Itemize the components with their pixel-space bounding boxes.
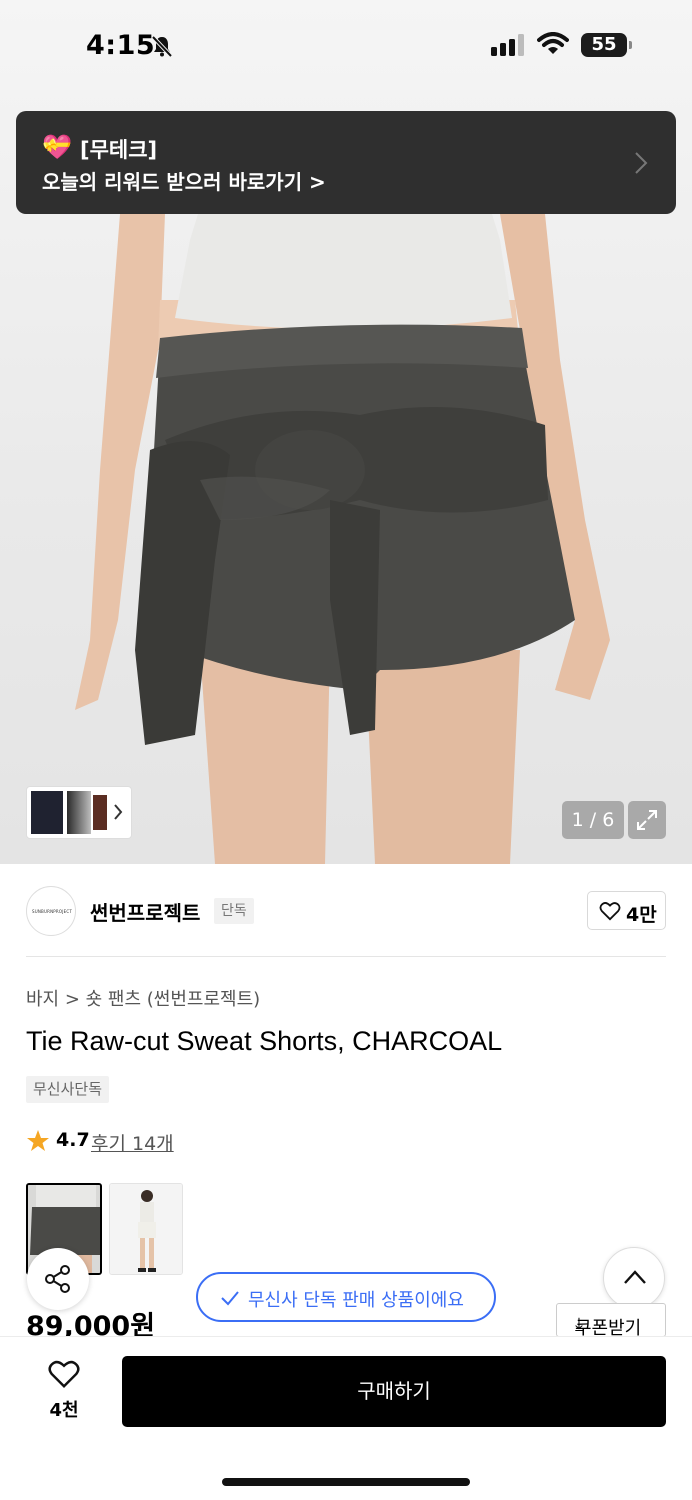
brand-like-button[interactable]: 4만: [587, 891, 666, 930]
thumbnail-image: [93, 795, 107, 830]
rating-score: 4.7: [56, 1129, 90, 1151]
heart-icon[interactable]: [47, 1359, 81, 1389]
thumbnail-strip-button[interactable]: [26, 786, 132, 839]
product-image-carousel[interactable]: 4:15 55 💝 [무테크] 오늘의 리워드 받으러 바로가기 > 1 / 6: [0, 0, 692, 864]
banner-tag: [무테크]: [80, 138, 158, 162]
thumbnail-image: [67, 791, 91, 834]
silent-bell-icon: [151, 35, 173, 58]
chevron-right-icon: [114, 804, 123, 820]
brand-like-count: 4만: [626, 904, 657, 926]
battery-indicator: 55: [581, 33, 627, 57]
expand-image-button[interactable]: [628, 801, 666, 839]
brand-logo[interactable]: SUNBURNPROJECT: [26, 886, 76, 936]
checkmark-icon: [221, 1291, 239, 1306]
battery-tip: [629, 41, 632, 49]
option-thumbnail-image: [110, 1184, 182, 1274]
product-like-count: 4천: [49, 1400, 79, 1421]
share-button[interactable]: [27, 1248, 89, 1310]
gift-heart-icon: 💝: [42, 133, 72, 161]
brand-exclusive-badge: 단독: [214, 898, 254, 924]
heart-icon: [599, 902, 621, 921]
divider: [26, 956, 666, 957]
brand-name[interactable]: 썬번프로젝트: [90, 897, 200, 926]
cellular-signal-icon: [491, 34, 524, 56]
image-page-indicator: 1 / 6: [562, 801, 624, 839]
buy-button[interactable]: 구매하기: [122, 1356, 666, 1427]
status-time: 4:15: [86, 30, 156, 61]
status-bar: 4:15 55: [0, 0, 692, 96]
share-icon: [45, 1265, 70, 1293]
banner-message: 오늘의 리워드 받으러 바로가기 >: [42, 170, 326, 194]
star-icon: [27, 1130, 49, 1151]
home-indicator[interactable]: [222, 1478, 470, 1486]
breadcrumb[interactable]: 바지 > 숏 팬츠 (썬번프로젝트): [26, 985, 260, 1011]
review-count-link[interactable]: 후기 14개: [91, 1129, 174, 1156]
chevron-up-icon: [624, 1270, 646, 1284]
exclusive-badge: 무신사단독: [26, 1076, 110, 1103]
wifi-icon: [537, 32, 569, 54]
coupon-download-button[interactable]: ⤓ 쿠폰받기: [556, 1303, 666, 1339]
color-option-other[interactable]: [109, 1183, 183, 1275]
bottom-action-bar: 4천 구매하기: [0, 1336, 692, 1500]
exclusive-notice-pill: 무신사 단독 판매 상품이에요: [196, 1272, 496, 1322]
reward-banner[interactable]: 💝 [무테크] 오늘의 리워드 받으러 바로가기 >: [16, 111, 676, 214]
exclusive-notice-text: 무신사 단독 판매 상품이에요: [248, 1290, 464, 1311]
thumbnail-image: [31, 791, 63, 834]
expand-icon: [637, 810, 657, 830]
chevron-right-icon: [635, 152, 648, 174]
brand-logo-text: SUNBURNPROJECT: [32, 909, 72, 914]
scroll-to-top-button[interactable]: [603, 1247, 665, 1309]
product-title: Tie Raw-cut Sweat Shorts, CHARCOAL: [26, 1026, 503, 1056]
